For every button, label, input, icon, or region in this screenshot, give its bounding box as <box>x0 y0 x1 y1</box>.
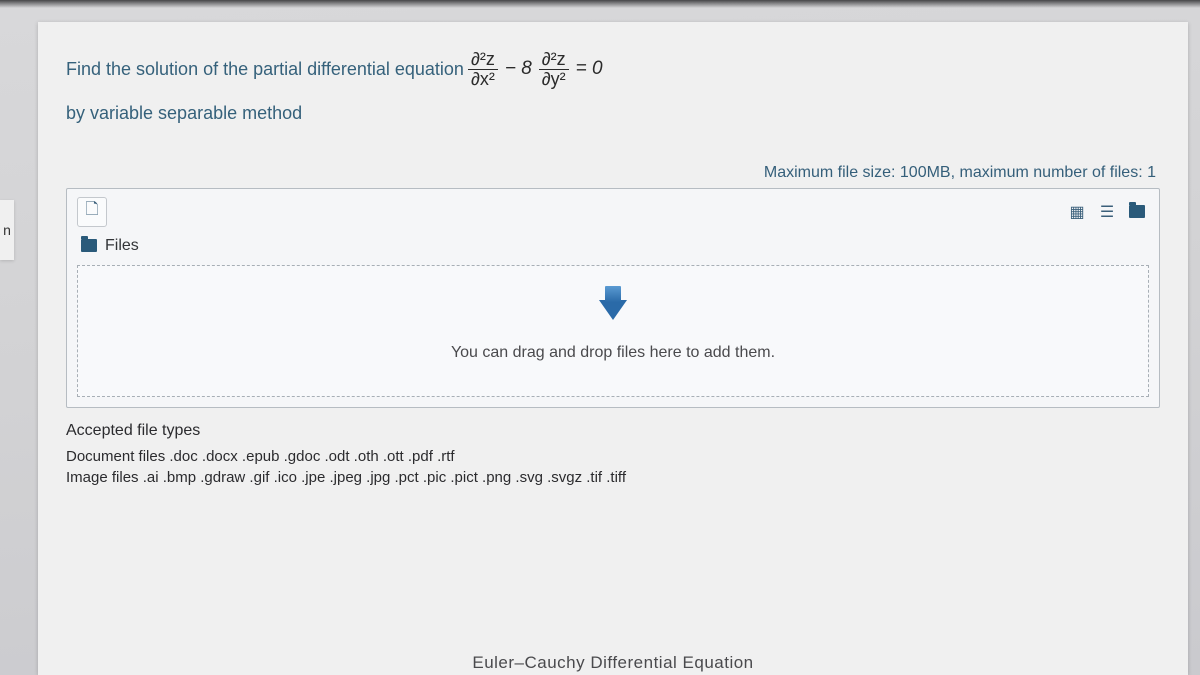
upload-limits-text: Maximum file size: 100MB, maximum number… <box>66 164 1160 182</box>
dropzone-text: You can drag and drop files here to add … <box>451 344 775 362</box>
accepted-image-line: Image files .ai .bmp .gdraw .gif .ico .j… <box>66 469 1160 486</box>
fraction-d2z-dx2: ∂²z ∂x² <box>468 50 498 89</box>
accepted-document-line: Document files .doc .docx .epub .gdoc .o… <box>66 448 1160 465</box>
view-list-icon[interactable]: ☰ <box>1095 202 1119 222</box>
left-nav-sliver[interactable]: n <box>0 200 14 260</box>
equation-middle: − 8 <box>502 53 535 85</box>
nav-sliver-letter: n <box>3 222 11 238</box>
file-picker: 🗋 ▦ ☰ Files You can d <box>66 188 1160 408</box>
view-controls: ▦ ☰ <box>1065 202 1149 222</box>
view-tree-icon[interactable] <box>1125 202 1149 222</box>
file-upload-block: Maximum file size: 100MB, maximum number… <box>66 164 1160 486</box>
accepted-heading: Accepted file types <box>66 422 1160 440</box>
folder-icon <box>81 239 97 252</box>
accepted-file-types: Accepted file types Document files .doc … <box>66 422 1160 486</box>
equation-tail: = 0 <box>573 53 606 85</box>
add-file-button[interactable]: 🗋 <box>77 197 107 227</box>
view-grid-icon[interactable]: ▦ <box>1065 202 1089 222</box>
files-tab-label: Files <box>105 237 139 255</box>
folder-icon <box>1129 205 1145 218</box>
next-question-cutoff: Euler–Cauchy Differential Equation <box>472 653 753 673</box>
document-icon: 🗋 <box>86 198 99 225</box>
page-content: Find the solution of the partial differe… <box>38 22 1188 675</box>
fraction-d2z-dy2: ∂²z ∂y² <box>539 50 569 89</box>
download-arrow-icon <box>599 300 627 320</box>
question-prompt: Find the solution of the partial differe… <box>66 50 1160 89</box>
files-tab[interactable]: Files <box>67 229 1159 265</box>
prompt-line-2: by variable separable method <box>66 103 1160 124</box>
prompt-before-equation: Find the solution of the partial differe… <box>66 54 464 85</box>
file-dropzone[interactable]: You can drag and drop files here to add … <box>77 265 1149 397</box>
